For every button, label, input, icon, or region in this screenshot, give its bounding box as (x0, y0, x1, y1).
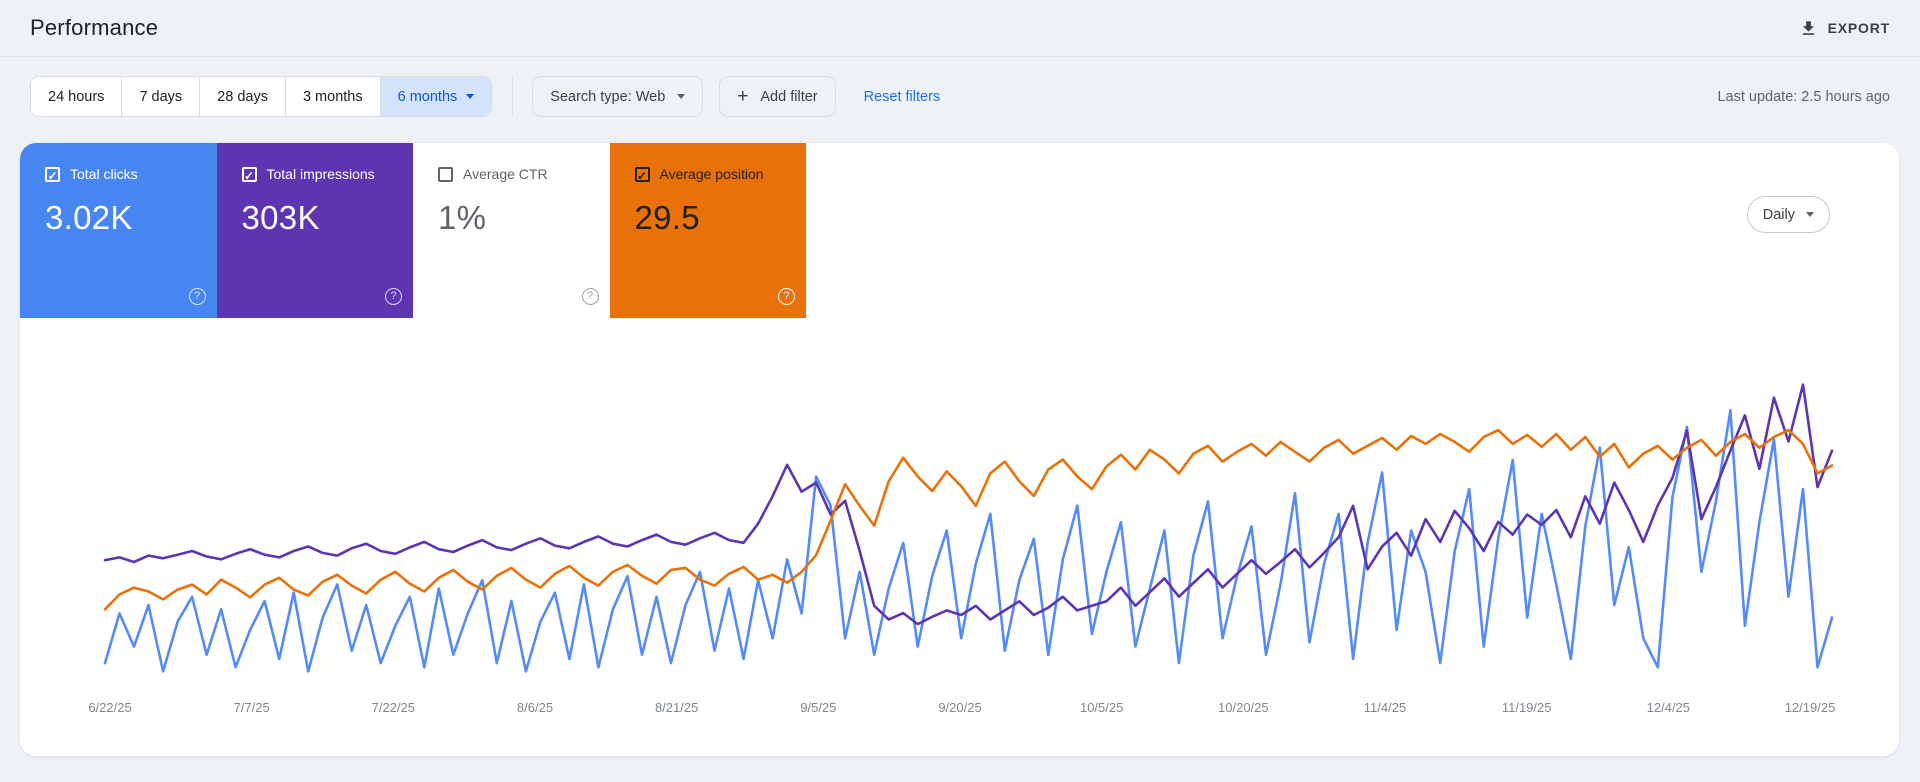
x-axis-tick-label: 8/21/25 (654, 700, 699, 715)
help-icon[interactable]: ? (385, 288, 402, 305)
x-axis-tick-label: 6/22/25 (88, 700, 132, 715)
filter-bar: 24 hours 7 days 28 days 3 months 6 months Se… (30, 76, 1890, 117)
export-label: EXPORT (1827, 20, 1890, 36)
checked-checkbox-icon[interactable]: ✓ (241, 166, 257, 183)
metric-card-value: 1% (438, 199, 487, 236)
metric-card-label: Average CTR (463, 166, 548, 182)
x-axis-tick-label: 11/19/25 (1501, 700, 1552, 715)
unchecked-checkbox-icon[interactable] (438, 166, 453, 182)
date-range-selector: 24 hours 7 days 28 days 3 months 6 months (30, 76, 493, 117)
help-icon[interactable]: ? (188, 288, 206, 305)
plus-icon: + (737, 86, 749, 107)
date-range-label: 28 days (217, 88, 268, 105)
x-axis-tick-label: 9/20/25 (938, 700, 982, 715)
x-axis-tick-label: 7/7/25 (233, 700, 270, 715)
help-icon[interactable]: ? (581, 288, 599, 305)
date-range-7-days[interactable]: 7 days (122, 77, 201, 116)
performance-panel: 6/22/25 7/7/25 7/22/25 8/6/25 8/21/25 9/5/25 9… (20, 143, 1899, 756)
x-axis-tick-label: 10/20/25 (1218, 700, 1269, 715)
x-axis-tick-label: 10/5/25 (1079, 700, 1124, 715)
date-range-6-months[interactable]: 6 months (380, 77, 492, 116)
metric-card-average-ctr[interactable]: Average CTR 1%? (413, 143, 610, 318)
page-title: Performance (30, 15, 159, 40)
metric-card-value: 29.5 (634, 199, 700, 236)
chevron-down-icon (1806, 212, 1814, 217)
add-filter-button[interactable]: + Add filter (719, 76, 836, 117)
chevron-down-icon (466, 94, 475, 99)
checked-checkbox-icon[interactable]: ✓ (634, 166, 650, 183)
metric-card-value: 303K (241, 199, 320, 236)
add-filter-label: Add filter (760, 88, 818, 105)
metric-card-average-position[interactable]: ✓ Average position 29.5? (609, 143, 806, 318)
export-button[interactable]: EXPORT (1799, 19, 1890, 38)
search-type-label: Search type: Web (550, 88, 666, 105)
date-range-label: 6 months (397, 88, 458, 105)
metric-card-label: Average position (659, 166, 764, 182)
checked-checkbox-icon[interactable]: ✓ (45, 166, 60, 183)
download-icon (1802, 20, 1814, 35)
x-axis-tick-label: 7/22/25 (371, 700, 416, 715)
date-range-label: 3 months (302, 88, 363, 105)
last-update-text: Last update: 2.5 hours ago (1717, 88, 1890, 105)
metric-card-value: 3.02K (45, 199, 133, 236)
metric-card-label: Total impressions (266, 166, 375, 182)
date-range-label: 24 hours (48, 88, 105, 105)
chevron-down-icon (677, 94, 686, 99)
x-axis-tick-label: 12/4/25 (1646, 700, 1691, 715)
search-type-dropdown[interactable]: Search type: Web (532, 76, 704, 117)
metric-cards: ✓ Total clicks 3.02K? ✓ Total impressions 303… (20, 143, 806, 318)
reset-filters-link[interactable]: Reset filters (864, 89, 941, 105)
x-axis-tick-label: 11/4/25 (1363, 700, 1407, 715)
date-range-28-days[interactable]: 28 days (200, 77, 286, 116)
date-range-3-months[interactable]: 3 months (285, 77, 381, 116)
filter-divider (512, 76, 514, 117)
granularity-label: Daily (1762, 206, 1795, 223)
date-range-label: 7 days (139, 88, 183, 105)
help-icon[interactable]: ? (778, 288, 795, 305)
x-axis-tick-label: 12/19/25 (1784, 700, 1836, 715)
top-header: Performance EXPORT (0, 0, 1920, 57)
date-range-24-hours[interactable]: 24 hours (31, 77, 123, 116)
metric-card-total-impressions[interactable]: ✓ Total impressions 303K? (216, 143, 413, 318)
x-axis-tick-label: 9/5/25 (800, 700, 837, 715)
metric-card-total-clicks[interactable]: ✓ Total clicks 3.02K? (20, 143, 217, 318)
x-axis-tick-label: 8/6/25 (516, 700, 554, 715)
metric-card-label: Total clicks (70, 166, 138, 182)
granularity-dropdown[interactable]: Daily (1746, 196, 1830, 233)
